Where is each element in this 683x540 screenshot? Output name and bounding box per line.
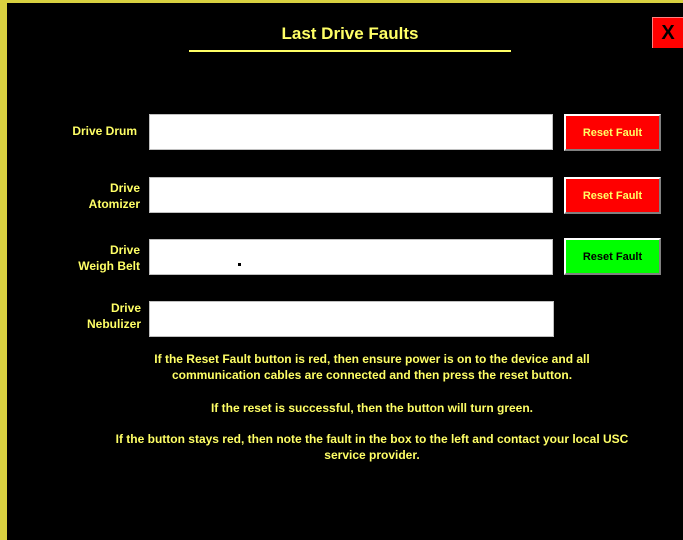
info-line-1: If the Reset Fault button is red, then e… bbox=[154, 352, 590, 366]
info-paragraph-2: If the reset is successful, then the but… bbox=[66, 400, 678, 416]
page-title: Last Drive Faults bbox=[281, 24, 419, 43]
title-underline bbox=[189, 50, 511, 52]
drive-atomizer-reset-button[interactable]: Reset Fault bbox=[564, 177, 661, 214]
drive-drum-fault-field[interactable] bbox=[149, 114, 553, 150]
drive-weigh-belt-label: Drive Weigh Belt bbox=[40, 242, 140, 274]
info-paragraph-1: If the Reset Fault button is red, then e… bbox=[66, 351, 678, 383]
drive-drum-label-text: Drive Drum bbox=[72, 124, 137, 138]
drive-weigh-belt-label-line2: Weigh Belt bbox=[78, 259, 140, 273]
drive-atomizer-label: Drive Atomizer bbox=[40, 180, 140, 212]
drive-atomizer-label-line2: Atomizer bbox=[88, 197, 140, 211]
info-paragraph-3: If the button stays red, then note the f… bbox=[66, 431, 678, 463]
cursor-dot bbox=[238, 263, 241, 266]
drive-nebulizer-fault-field[interactable] bbox=[149, 301, 554, 337]
drive-weigh-belt-reset-button[interactable]: Reset Fault bbox=[564, 238, 661, 275]
info-line-5: service provider. bbox=[324, 448, 420, 462]
drive-nebulizer-label: Drive Nebulizer bbox=[40, 300, 141, 332]
drive-nebulizer-label-line1: Drive bbox=[110, 301, 141, 315]
close-button[interactable]: X bbox=[652, 17, 683, 48]
drive-atomizer-label-line1: Drive bbox=[109, 181, 140, 195]
drive-drum-label: Drive Drum bbox=[40, 123, 137, 139]
drive-drum-reset-button[interactable]: Reset Fault bbox=[564, 114, 661, 151]
info-line-4: If the button stays red, then note the f… bbox=[115, 432, 629, 446]
info-line-3: If the reset is successful, then the but… bbox=[210, 401, 534, 415]
drive-nebulizer-label-line2: Nebulizer bbox=[86, 317, 141, 331]
drive-atomizer-fault-field[interactable] bbox=[149, 177, 553, 213]
info-line-2: communication cables are connected and t… bbox=[171, 368, 573, 382]
drive-weigh-belt-fault-field[interactable] bbox=[149, 239, 553, 275]
drive-weigh-belt-label-line1: Drive bbox=[109, 243, 140, 257]
